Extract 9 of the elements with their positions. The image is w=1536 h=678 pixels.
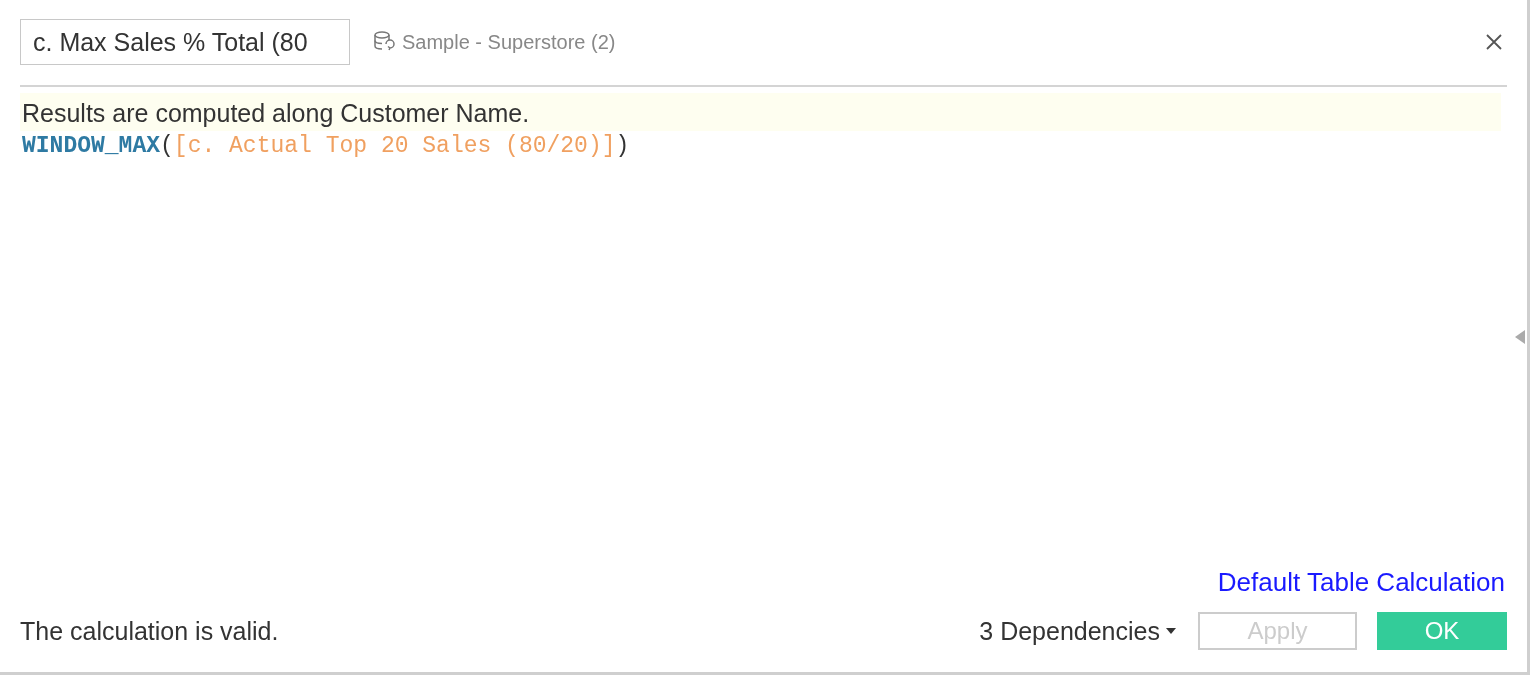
- info-banner: Results are computed along Customer Name.: [20, 93, 1501, 131]
- data-source-label: Sample - Superstore (2): [402, 30, 616, 54]
- calculation-name-field[interactable]: c. Max Sales % Total (80: [20, 19, 350, 65]
- status-message: The calculation is valid.: [20, 616, 279, 646]
- caret-icon: [1166, 628, 1176, 634]
- dependencies-dropdown[interactable]: 3 Dependencies: [979, 616, 1176, 646]
- default-table-calculation-link[interactable]: Default Table Calculation: [1217, 567, 1505, 598]
- close-icon[interactable]: [1485, 33, 1503, 51]
- formula-text[interactable]: WINDOW_MAX([c. Actual Top 20 Sales (80/20)]): [22, 131, 1527, 159]
